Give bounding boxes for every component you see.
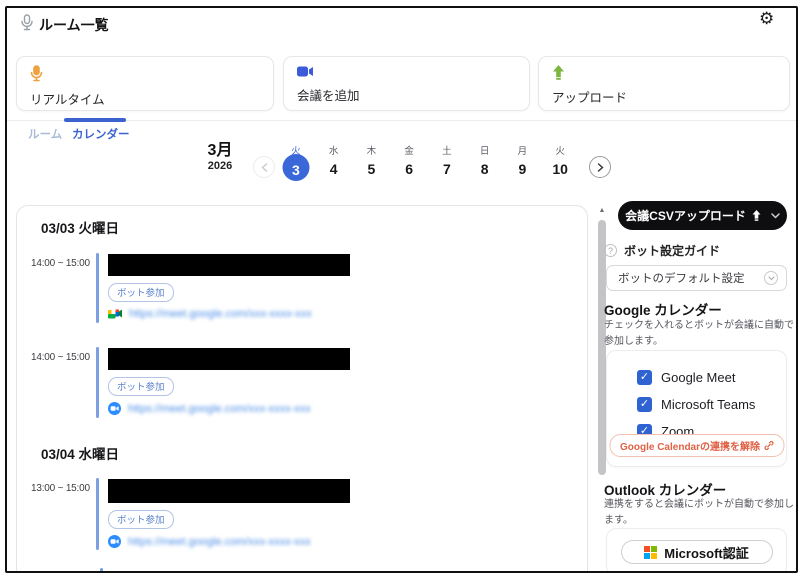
month-label: 3月 xyxy=(195,142,245,160)
gear-icon[interactable]: ⚙ xyxy=(759,9,774,29)
csv-upload-button[interactable]: 会議CSVアップロード xyxy=(618,201,787,230)
day-cell[interactable]: 日8 xyxy=(466,143,504,191)
google-calendar-description: チェックを入れるとボットが会議に自動で参加します。 xyxy=(604,318,797,349)
meeting-title-redacted xyxy=(108,348,350,370)
tab-room[interactable]: ルーム xyxy=(28,126,62,142)
google-calendar-card: ✓ Google Meet ✓ Microsoft Teams ✓ Zoom G… xyxy=(606,350,787,467)
google-meet-icon xyxy=(108,308,122,320)
meeting-item[interactable]: 14:00 ~ 15:00 ボット参加 https://meet.google.… xyxy=(31,253,579,323)
page-title: ルーム一覧 xyxy=(39,15,109,35)
day-cell[interactable]: 月9 xyxy=(504,143,542,191)
tab-calendar[interactable]: カレンダー xyxy=(72,126,130,142)
bot-join-badge: ボット参加 xyxy=(108,510,174,529)
bot-default-settings-select[interactable]: ボットのデフォルト設定 xyxy=(606,265,787,291)
google-calendar-title: Google カレンダー xyxy=(604,299,722,319)
app-window: ルーム一覧 ⚙ リアルタイム 会議を追加 アップロード ルーム カレンダー 3月… xyxy=(5,6,798,573)
meeting-accent-bar xyxy=(96,347,99,418)
day-strip: 火3 水4 木5 金6 土7 日8 月9 火10 xyxy=(277,143,579,191)
add-meeting-card[interactable]: 会議を追加 xyxy=(283,56,530,111)
next-week-button[interactable] xyxy=(589,156,611,178)
meeting-item[interactable]: 14:00 ~ 15:00 ボット参加 https://meet.google.… xyxy=(31,347,579,418)
year-label: 2026 xyxy=(195,160,245,172)
checkbox-checked-icon[interactable]: ✓ xyxy=(637,370,652,385)
date-section-header: 03/04 水曜日 xyxy=(41,443,119,463)
meeting-time: 14:00 ~ 15:00 xyxy=(31,253,93,323)
meeting-link[interactable]: https://meet.google.com/xxx-xxxx-xxx xyxy=(129,308,312,320)
prev-week-button[interactable] xyxy=(253,156,275,178)
meeting-accent-bar xyxy=(96,253,99,323)
microphone-icon xyxy=(30,65,260,82)
realtime-card-label: リアルタイム xyxy=(30,89,260,108)
zoom-icon xyxy=(108,402,121,415)
upload-arrow-icon xyxy=(552,65,776,80)
outlook-calendar-title: Outlook カレンダー xyxy=(604,479,726,499)
checkbox-row-google-meet[interactable]: ✓ Google Meet xyxy=(637,364,786,391)
microsoft-auth-button[interactable]: Microsoft認証 xyxy=(621,540,773,564)
checkbox-checked-icon[interactable]: ✓ xyxy=(637,397,652,412)
microsoft-logo-icon xyxy=(644,546,657,559)
day-cell[interactable]: 金6 xyxy=(390,143,428,191)
bot-guide-label: ボット設定ガイド xyxy=(624,242,720,259)
checkbox-row-microsoft-teams[interactable]: ✓ Microsoft Teams xyxy=(637,391,786,418)
add-meeting-card-label: 会議を追加 xyxy=(297,85,516,104)
chevron-down-icon xyxy=(771,213,780,219)
month-year: 3月 2026 xyxy=(195,142,245,172)
zoom-icon xyxy=(108,535,121,548)
meeting-title-redacted xyxy=(108,479,350,503)
upload-card-label: アップロード xyxy=(552,87,776,106)
video-camera-icon xyxy=(297,65,516,78)
meeting-link[interactable]: https://meet.google.com/xxx-xxxx-xxx xyxy=(128,403,311,415)
meeting-title-redacted xyxy=(108,254,350,276)
bot-guide-link[interactable]: ? ボット設定ガイド xyxy=(604,242,720,259)
chevron-down-circle-icon xyxy=(764,271,778,285)
outlook-calendar-card: Microsoft認証 xyxy=(606,528,787,573)
scrollbar-up-arrow[interactable]: ▲ xyxy=(596,207,608,214)
date-section-header: 03/03 火曜日 xyxy=(41,217,119,237)
checkbox-label: Microsoft Teams xyxy=(661,397,755,412)
meeting-time: 13:00 ~ 15:00 xyxy=(31,478,93,550)
meeting-accent-bar xyxy=(96,478,99,550)
google-calendar-unlink-button[interactable]: Google Calendarの連携を解除 xyxy=(609,434,784,457)
day-cell[interactable]: 水4 xyxy=(315,143,353,191)
upload-arrow-icon xyxy=(752,210,761,221)
unlink-icon xyxy=(764,441,773,450)
realtime-card[interactable]: リアルタイム xyxy=(16,56,274,111)
active-tab-indicator xyxy=(64,118,126,122)
chevron-right-icon xyxy=(597,163,604,172)
outlook-calendar-description: 連携をすると会議にボットが自動で参加します。 xyxy=(604,497,797,528)
bot-join-badge: ボット参加 xyxy=(108,283,174,302)
csv-upload-label: 会議CSVアップロード xyxy=(625,207,746,224)
meeting-time: 14:00 ~ 15:00 xyxy=(31,347,93,418)
day-cell[interactable]: 土7 xyxy=(428,143,466,191)
bot-default-settings-label: ボットのデフォルト設定 xyxy=(618,270,745,286)
microsoft-auth-label: Microsoft認証 xyxy=(664,543,749,562)
microphone-icon xyxy=(21,14,33,31)
chevron-left-icon xyxy=(261,163,268,172)
question-circle-icon: ? xyxy=(604,244,617,257)
unlink-button-label: Google Calendarの連携を解除 xyxy=(620,438,760,453)
day-cell[interactable]: 火3 xyxy=(277,143,315,191)
meeting-item[interactable]: 13:00 ~ 15:00 ボット参加 https://meet.google.… xyxy=(31,478,579,550)
next-meeting-accent-bar xyxy=(100,568,103,573)
bot-join-badge: ボット参加 xyxy=(108,377,174,396)
checkbox-label: Google Meet xyxy=(661,370,735,385)
day-cell[interactable]: 火10 xyxy=(541,143,579,191)
upload-card[interactable]: アップロード xyxy=(538,56,790,111)
schedule-panel: 03/03 火曜日 14:00 ~ 15:00 ボット参加 https://me… xyxy=(16,205,588,573)
meeting-link[interactable]: https://meet.google.com/xxx-xxxx-xxx xyxy=(128,536,311,548)
day-cell[interactable]: 木5 xyxy=(353,143,391,191)
